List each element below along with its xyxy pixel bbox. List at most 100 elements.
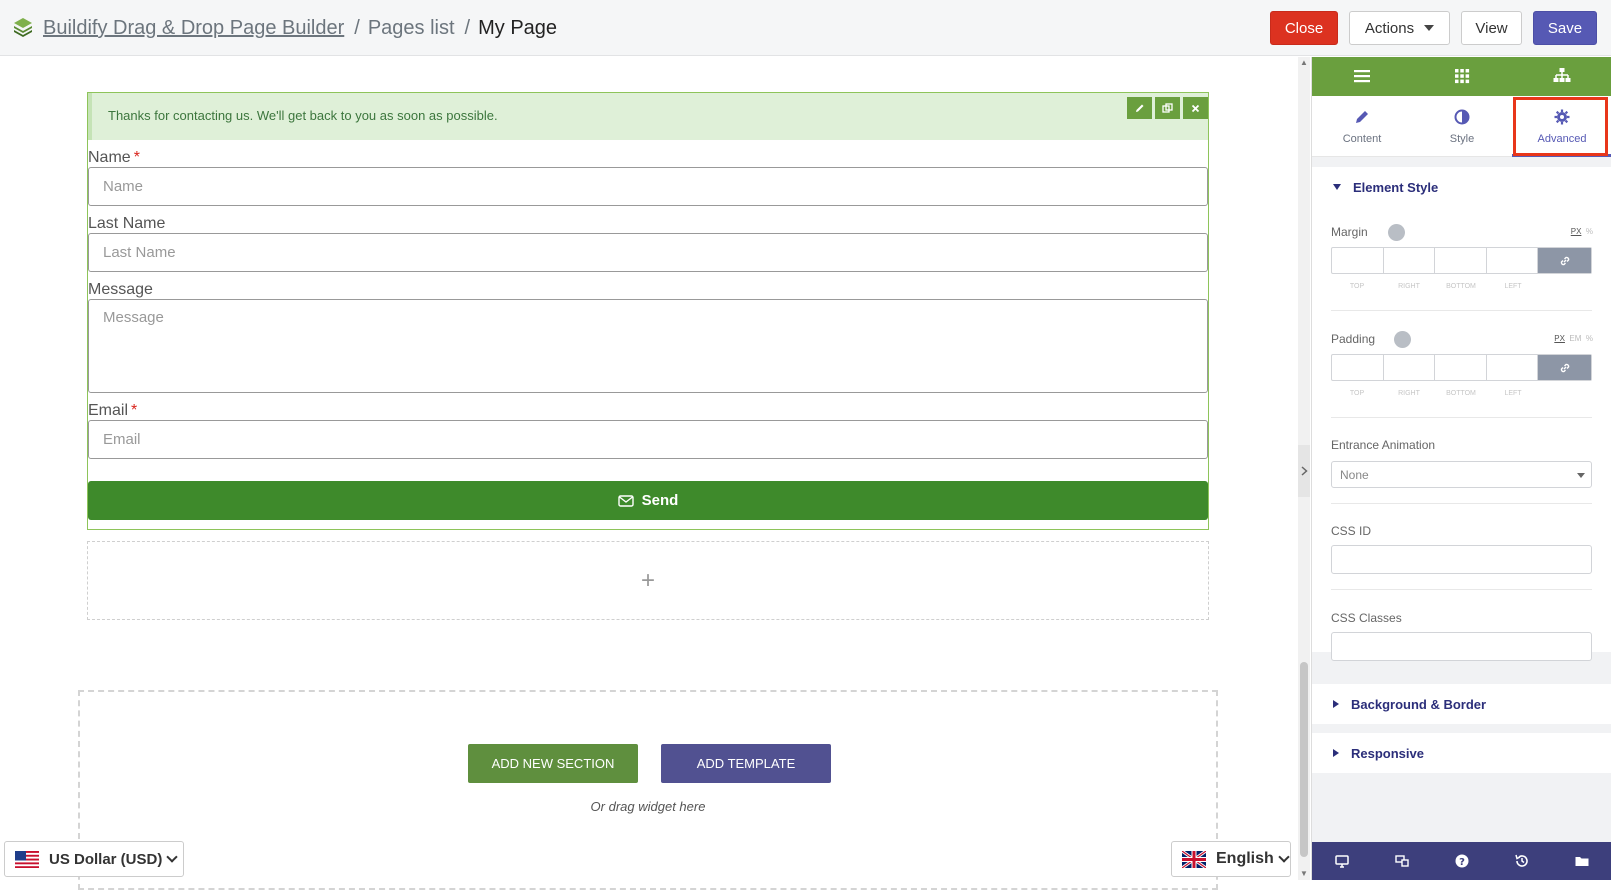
css-classes-input[interactable] bbox=[1331, 632, 1592, 661]
required-mark: * bbox=[131, 402, 138, 419]
currency-label: US Dollar (USD) bbox=[49, 850, 163, 868]
required-mark: * bbox=[133, 149, 140, 166]
editor-panel: Content Style Advanced Element Style Mar… bbox=[1311, 57, 1611, 880]
caret-right-icon bbox=[1333, 700, 1339, 708]
help-icon[interactable]: ? bbox=[1454, 853, 1470, 869]
padding-inputs bbox=[1331, 354, 1592, 381]
link-values-button[interactable] bbox=[1538, 248, 1592, 273]
pencil-icon bbox=[1356, 111, 1368, 123]
scroll-thumb[interactable] bbox=[1300, 662, 1308, 857]
caret-down-icon bbox=[1424, 25, 1435, 31]
close-button[interactable]: Close bbox=[1270, 11, 1338, 45]
close-icon bbox=[1191, 104, 1200, 112]
breadcrumb-separator: / bbox=[354, 17, 360, 39]
monitor-icon[interactable] bbox=[1388, 224, 1405, 241]
element-style-header[interactable]: Element Style bbox=[1312, 167, 1611, 207]
breadcrumb-pages-list[interactable]: Pages list bbox=[368, 17, 455, 39]
actions-label: Actions bbox=[1364, 19, 1415, 37]
responsive-header[interactable]: Responsive bbox=[1312, 733, 1611, 773]
tab-style[interactable]: Style bbox=[1412, 96, 1512, 157]
last-name-label: Last Name bbox=[88, 215, 166, 232]
caret-down-icon bbox=[1577, 473, 1585, 478]
layers-icon bbox=[14, 18, 32, 37]
send-button[interactable]: Send bbox=[88, 481, 1208, 520]
drag-widget-hint: Or drag widget here bbox=[590, 799, 706, 814]
caret-right-icon bbox=[1333, 749, 1339, 757]
edit-widget-button[interactable] bbox=[1127, 97, 1152, 119]
envelope-icon bbox=[617, 494, 634, 507]
send-label: Send bbox=[641, 492, 679, 509]
css-id-label: CSS ID bbox=[1331, 524, 1372, 538]
page-title: My Page bbox=[478, 17, 558, 39]
tab-content[interactable]: Content bbox=[1312, 96, 1412, 157]
padding-left-input[interactable] bbox=[1487, 355, 1539, 380]
padding-units[interactable]: PX EM % bbox=[1554, 334, 1593, 343]
email-input[interactable]: Email bbox=[88, 420, 1208, 459]
top-bar: Buildify Drag & Drop Page Builder / Pages … bbox=[0, 0, 1611, 56]
name-input[interactable]: Name bbox=[88, 167, 1208, 206]
sitemap-icon[interactable] bbox=[1552, 66, 1572, 86]
chevron-right-icon bbox=[1301, 466, 1308, 476]
contact-form-widget[interactable]: Thanks for contacting us. We'll get back… bbox=[87, 92, 1209, 530]
padding-right-input[interactable] bbox=[1384, 355, 1436, 380]
entrance-animation-label: Entrance Animation bbox=[1331, 438, 1436, 452]
link-icon bbox=[1560, 363, 1569, 372]
success-alert: Thanks for contacting us. We'll get back… bbox=[88, 93, 1208, 140]
margin-top-input[interactable] bbox=[1332, 248, 1384, 273]
desktop-icon[interactable] bbox=[1334, 853, 1350, 869]
success-message: Thanks for contacting us. We'll get back… bbox=[108, 108, 498, 123]
margin-inputs bbox=[1331, 247, 1592, 274]
divider bbox=[1331, 589, 1592, 590]
margin-bottom-input[interactable] bbox=[1435, 248, 1487, 273]
entrance-animation-select[interactable]: None bbox=[1331, 461, 1592, 488]
us-flag-icon bbox=[15, 850, 39, 868]
save-button[interactable]: Save bbox=[1533, 11, 1597, 45]
name-label: Name * bbox=[88, 149, 140, 166]
margin-left-input[interactable] bbox=[1487, 248, 1539, 273]
link-values-button[interactable] bbox=[1538, 355, 1592, 380]
history-icon[interactable] bbox=[1514, 853, 1530, 869]
language-label: English bbox=[1216, 850, 1274, 867]
grid-icon[interactable] bbox=[1452, 66, 1472, 86]
responsive-icon[interactable] bbox=[1394, 853, 1410, 869]
language-selector[interactable]: English bbox=[1171, 841, 1291, 877]
background-border-header[interactable]: Background & Border bbox=[1312, 684, 1611, 724]
padding-top-input[interactable] bbox=[1332, 355, 1384, 380]
chevron-down-icon bbox=[166, 851, 179, 863]
margin-units[interactable]: PX % bbox=[1571, 227, 1593, 236]
panel-top-bar bbox=[1312, 57, 1611, 96]
message-label: Message bbox=[88, 281, 153, 298]
highlight-box bbox=[1513, 97, 1608, 156]
delete-widget-button[interactable] bbox=[1183, 97, 1208, 119]
margin-right-input[interactable] bbox=[1384, 248, 1436, 273]
divider bbox=[1331, 503, 1592, 504]
pencil-icon bbox=[1135, 104, 1143, 112]
last-name-input[interactable]: Last Name bbox=[88, 233, 1208, 272]
svg-text:?: ? bbox=[1459, 857, 1465, 868]
collapse-panel-toggle[interactable] bbox=[1298, 445, 1310, 497]
scroll-up-arrow-icon[interactable]: ▲ bbox=[1298, 57, 1310, 69]
scroll-down-arrow-icon[interactable]: ▼ bbox=[1298, 868, 1310, 880]
divider bbox=[1331, 417, 1592, 418]
breadcrumb-app-link[interactable]: Buildify Drag & Drop Page Builder bbox=[43, 17, 344, 39]
currency-selector[interactable]: US Dollar (USD) bbox=[4, 841, 184, 877]
duplicate-widget-button[interactable] bbox=[1155, 97, 1180, 119]
email-label: Email * bbox=[88, 402, 138, 419]
padding-dim-labels: TOP RIGHT BOTTOM LEFT bbox=[1349, 390, 1522, 397]
add-new-section-button[interactable]: ADD NEW SECTION bbox=[468, 744, 638, 783]
hamburger-icon[interactable] bbox=[1352, 66, 1372, 86]
new-section-drop-zone[interactable]: ADD NEW SECTION ADD TEMPLATE Or drag wid… bbox=[78, 690, 1218, 890]
widget-toolbar bbox=[1127, 97, 1208, 119]
add-template-button[interactable]: ADD TEMPLATE bbox=[661, 744, 831, 783]
actions-dropdown-button[interactable]: Actions bbox=[1349, 11, 1450, 45]
margin-label: Margin bbox=[1331, 225, 1368, 239]
folder-icon[interactable] bbox=[1574, 853, 1590, 869]
contrast-icon bbox=[1454, 109, 1470, 125]
view-button[interactable]: View bbox=[1461, 11, 1522, 45]
css-id-input[interactable] bbox=[1331, 545, 1592, 574]
message-textarea[interactable]: Message bbox=[88, 299, 1208, 393]
caret-down-icon bbox=[1333, 184, 1341, 190]
padding-bottom-input[interactable] bbox=[1435, 355, 1487, 380]
monitor-icon[interactable] bbox=[1394, 331, 1411, 348]
add-widget-area[interactable]: + bbox=[87, 541, 1209, 620]
